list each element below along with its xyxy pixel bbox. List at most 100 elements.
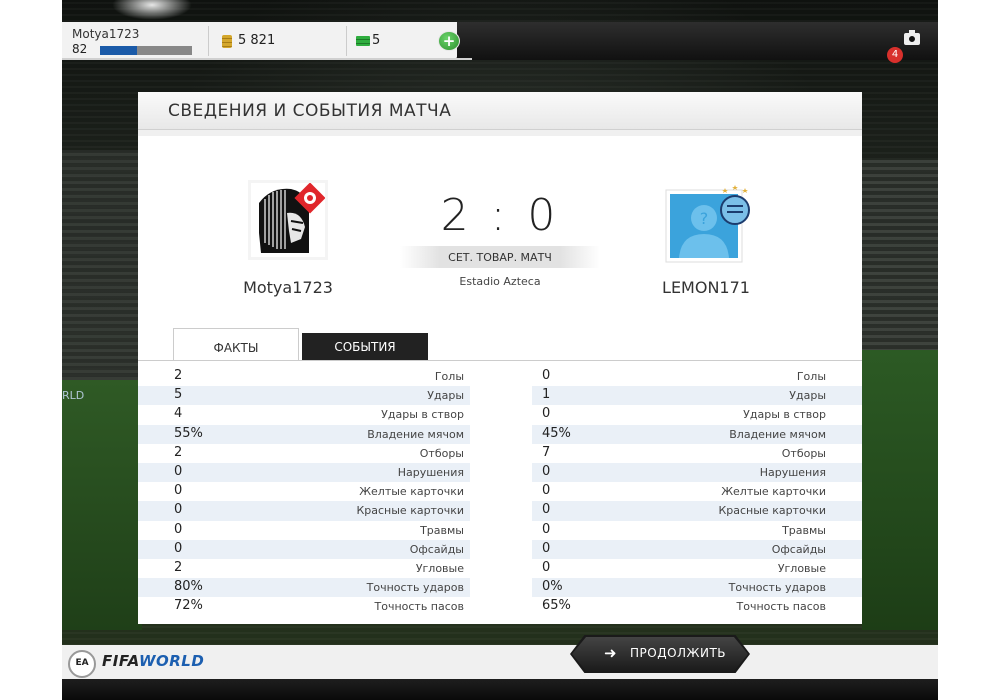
stat-label: Владение мячом [367,427,464,441]
home-stat: 0 Красные карточки [138,501,470,521]
coins-icon [222,35,232,48]
stat-value: 0 [542,483,551,499]
away-stat: 0 Желтые карточки [532,482,862,501]
home-stat: 0 Нарушения [138,462,470,483]
stat-value: 45% [542,425,571,441]
stat-label: Красные карточки [356,504,464,518]
stat-value: 0 [174,502,183,518]
stat-label: Удары в створ [743,408,826,422]
cash-icon [356,36,370,46]
away-stat: 0 Голы [532,367,862,386]
ad-board-text: RLD [62,389,85,402]
table-row: 0 Офсайды 0 Офсайды [138,539,862,559]
home-stat: 4 Удары в створ [138,405,470,424]
tab-facts[interactable]: ФАКТЫ [173,328,299,360]
match-type: СЕТ. ТОВАР. МАТЧ [448,251,552,264]
add-cash-button[interactable]: + [438,31,460,51]
match-score: 2 : 0 [440,190,560,241]
away-stat: 45% Владение мячом [532,424,862,444]
stat-value: 0 [542,521,551,537]
home-stat: 2 Угловые [138,559,470,578]
stat-value: 80% [174,579,203,595]
continue-button[interactable]: ➜ ПРОДОЛЖИТЬ [570,635,750,673]
stat-value: 55% [174,425,203,441]
stat-value: 2 [174,444,183,460]
table-row: 2 Угловые 0 Угловые [138,559,862,578]
home-stat: 0 Травмы [138,521,470,540]
stat-label: Офсайды [771,542,826,556]
stat-value: 0 [542,368,551,383]
stat-label: Желтые карточки [721,485,826,499]
home-team-crest [248,180,328,260]
stat-value: 0% [542,579,563,595]
table-row: 72% Точность пасов 65% Точность пасов [138,597,862,616]
page-title: СВЕДЕНИЯ И СОБЫТИЯ МАТЧА [168,101,452,121]
camera-icon[interactable] [904,30,920,45]
player-level: 82 [72,42,88,56]
stat-value: 0 [174,521,183,537]
xp-progress-fill [100,46,137,55]
coins-balance[interactable]: 5 821 [208,22,338,60]
away-stat: 7 Отборы [532,444,862,463]
away-stat: 0 Офсайды [532,539,862,559]
stat-value: 0 [542,559,551,575]
table-row: 2 Отборы 7 Отборы [138,444,862,463]
stat-value: 0 [174,463,183,479]
stat-label: Точность пасов [374,600,465,614]
stat-value: 7 [542,444,551,460]
home-stat: 55% Владение мячом [138,424,470,444]
home-stat: 5 Удары [138,386,470,406]
player-name[interactable]: Motya1723 [72,27,139,41]
stat-value: 0 [542,463,551,479]
panel-header: СВЕДЕНИЯ И СОБЫТИЯ МАТЧА [138,92,862,130]
away-team-crest: ? [665,182,750,263]
table-row: 0 Нарушения 0 Нарушения [138,462,862,483]
stat-label: Травмы [420,523,464,537]
stat-value: 65% [542,598,571,614]
home-team-name: Motya1723 [243,278,333,297]
stat-label: Удары в створ [381,408,464,422]
stat-label: Удары [427,389,464,403]
fifa-world-logo: FIFAWORLD [102,652,204,670]
stats-table: 2 Голы 0 Голы 5 Удары 1 Удары 4 Удары в створ 0 Уда… [138,367,862,616]
stat-value: 5 [174,387,183,403]
table-row: 5 Удары 1 Удары [138,386,862,406]
stat-label: Удары [789,389,826,403]
pitch-right [862,350,938,630]
stat-label: Травмы [782,523,826,537]
logo-fifa: FIFA [102,652,139,670]
stat-label: Нарушения [397,465,464,479]
home-stat: 2 Отборы [138,444,470,463]
table-row: 80% Точность ударов 0% Точность ударов [138,578,862,598]
continue-label: ПРОДОЛЖИТЬ [630,646,727,660]
cash-value: 5 [372,33,381,48]
table-row: 2 Голы 0 Голы [138,367,862,386]
stat-value: 0 [542,406,551,422]
away-stat: 0 Удары в створ [532,405,862,424]
table-row: 0 Травмы 0 Травмы [138,521,862,540]
stat-label: Точность ударов [366,581,464,595]
away-stat: 0 Угловые [532,559,862,578]
stat-label: Точность пасов [736,600,827,614]
away-team-name: LEMON171 [662,278,750,297]
pitch-left [62,380,142,630]
notification-badge[interactable]: 4 [887,47,903,63]
away-stat: 0% Точность ударов [532,578,862,598]
table-row: 4 Удары в створ 0 Удары в створ [138,405,862,424]
stat-label: Желтые карточки [359,485,464,499]
stat-label: Офсайды [409,542,464,556]
stat-label: Отборы [419,446,464,460]
away-stat: 1 Удары [532,386,862,406]
stat-label: Владение мячом [729,427,826,441]
top-bar: Motya1723 82 5 821 5 + 4 [62,22,938,63]
svg-text:?: ? [700,209,709,228]
helmet-crest-icon [253,182,326,255]
coins-value: 5 821 [238,33,276,48]
tab-events[interactable]: СОБЫТИЯ [302,333,428,360]
floodlight-flare [112,0,192,20]
table-row: 0 Красные карточки 0 Красные карточки [138,501,862,521]
stat-value: 72% [174,598,203,614]
stat-value: 1 [542,387,551,403]
stat-label: Голы [796,370,826,383]
home-stat: 2 Голы [138,367,470,386]
